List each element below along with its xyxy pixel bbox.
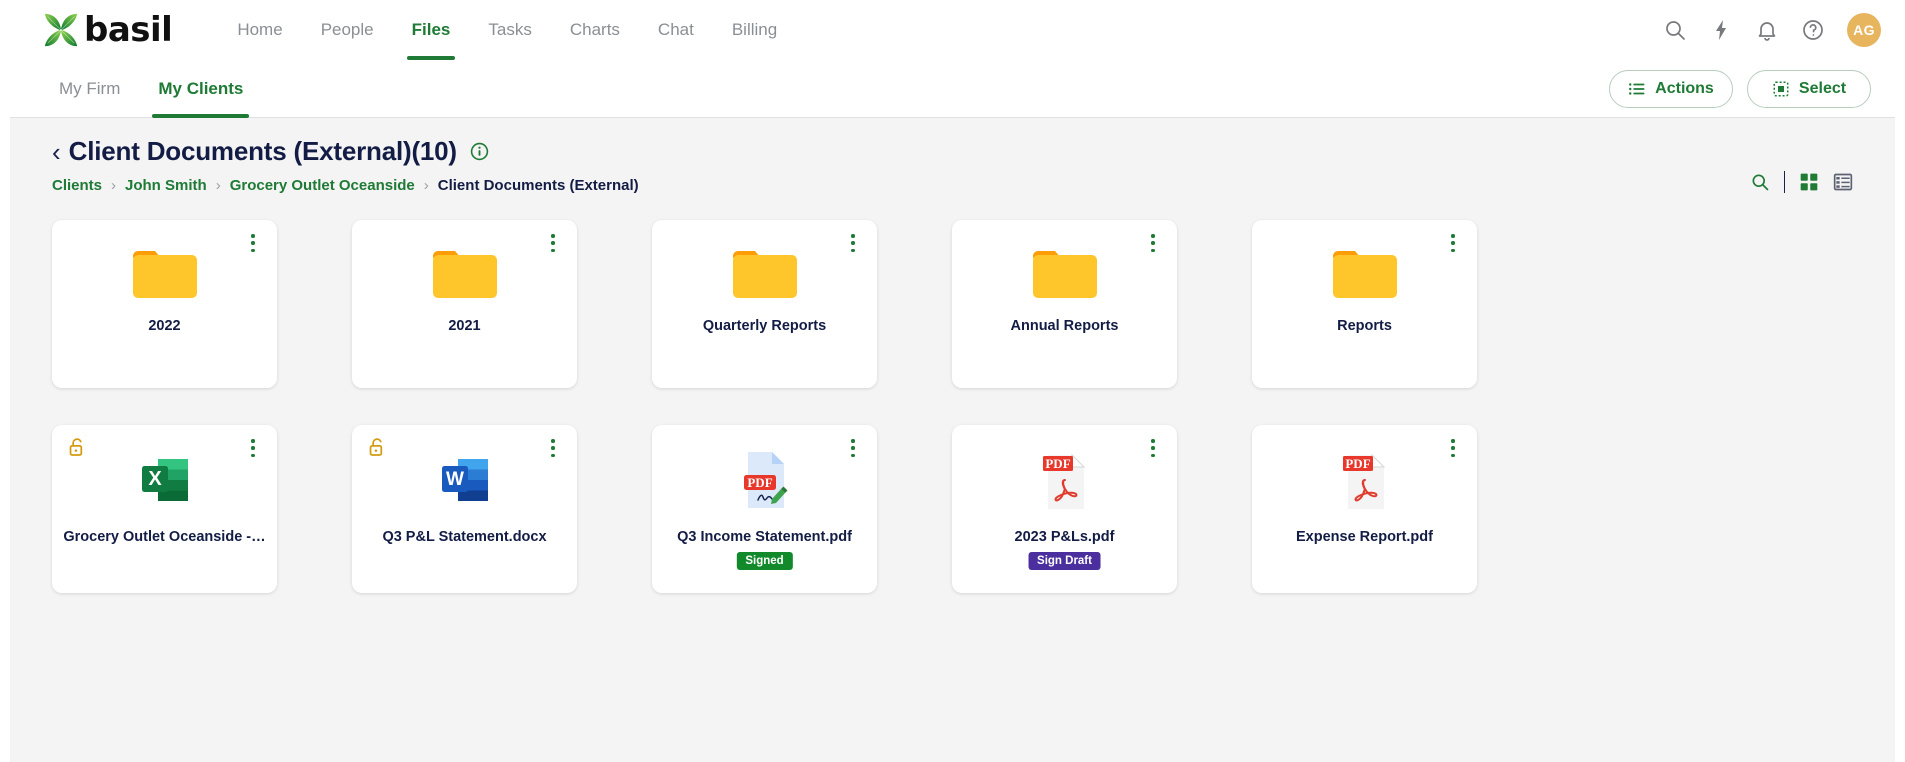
pdf-file-icon: PDF [952,449,1177,511]
file-card-pdf-signed[interactable]: PDF Q3 Income Statement.pdf Signed [652,425,877,593]
item-name: 2022 [62,318,267,334]
file-card-excel[interactable]: X Grocery Outlet Oceanside -… [52,425,277,593]
tab-bar: My Firm My Clients Actions S [10,60,1895,118]
svg-text:X: X [148,468,162,490]
selection-box-icon [1772,80,1790,98]
basil-logo[interactable]: basil [42,11,172,49]
item-name: Quarterly Reports [662,318,867,334]
folder-card[interactable]: 2022 [52,220,277,388]
grid-view-icon[interactable] [1799,172,1819,192]
pdf-file-icon: PDF [1252,449,1477,511]
folder-icon [652,240,877,308]
pdf-signed-file-icon: PDF [652,449,877,511]
tab-my-firm[interactable]: My Firm [40,60,139,118]
word-file-icon: W [352,449,577,511]
item-name: Annual Reports [962,318,1167,334]
back-chevron-icon[interactable]: ‹ [52,139,61,165]
file-card-pdf[interactable]: PDF 2023 P&Ls.pdf Sign Draft [952,425,1177,593]
folder-icon [1252,240,1477,308]
main-menu: Home People Files Tasks Charts Chat Bill… [218,0,796,60]
status-badge: Sign Draft [1028,552,1101,570]
actions-button-label: Actions [1655,80,1714,98]
svg-text:PDF: PDF [1045,456,1070,471]
folder-icon [952,240,1177,308]
status-badge: Signed [736,552,792,570]
search-icon[interactable] [1663,18,1687,42]
folder-card[interactable]: Quarterly Reports [652,220,877,388]
info-icon[interactable] [470,142,489,161]
file-grid: 2022 2021 [52,220,1853,593]
file-card-pdf[interactable]: PDF Expense Report.pdf [1252,425,1477,593]
tab-my-clients[interactable]: My Clients [139,60,262,118]
actions-button[interactable]: Actions [1609,70,1733,108]
lightning-icon[interactable] [1709,18,1733,42]
search-icon[interactable] [1750,172,1770,192]
view-tools [1750,171,1853,193]
folder-card[interactable]: 2021 [352,220,577,388]
nav-item-files[interactable]: Files [393,0,470,60]
list-lines-icon [1628,80,1646,98]
page-title-row: ‹ Client Documents (External)(10) [52,118,1853,167]
basil-leaf-icon [42,11,80,49]
folder-icon [352,240,577,308]
page-title: Client Documents (External)(10) [69,136,457,167]
nav-item-billing[interactable]: Billing [713,0,796,60]
svg-text:W: W [446,469,464,490]
folder-icon [52,240,277,308]
nav-item-charts[interactable]: Charts [551,0,639,60]
folder-card[interactable]: Annual Reports [952,220,1177,388]
brand-name: basil [84,13,172,47]
breadcrumb-separator: › [216,177,221,194]
svg-text:PDF: PDF [747,475,772,490]
svg-text:PDF: PDF [1345,456,1370,471]
nav-item-chat[interactable]: Chat [639,0,713,60]
list-view-icon[interactable] [1833,172,1853,192]
item-name: 2023 P&Ls.pdf [962,529,1167,545]
files-content-area: ‹ Client Documents (External)(10) Client… [10,118,1895,762]
select-button[interactable]: Select [1747,70,1871,108]
breadcrumb-item-grocery-outlet-oceanside[interactable]: Grocery Outlet Oceanside [230,177,415,194]
help-icon[interactable] [1801,18,1825,42]
excel-file-icon: X [52,449,277,511]
item-name: Reports [1262,318,1467,334]
nav-item-home[interactable]: Home [218,0,301,60]
item-name: Grocery Outlet Oceanside -… [62,529,267,545]
breadcrumb-item-john-smith[interactable]: John Smith [125,177,207,194]
item-name: Q3 P&L Statement.docx [362,529,567,545]
item-name: Expense Report.pdf [1262,529,1467,545]
breadcrumb-separator: › [111,177,116,194]
bell-icon[interactable] [1755,18,1779,42]
user-avatar[interactable]: AG [1847,13,1881,47]
select-button-label: Select [1799,80,1846,98]
breadcrumb-separator: › [424,177,429,194]
breadcrumb-item-current: Client Documents (External) [438,177,639,194]
breadcrumb-item-clients[interactable]: Clients [52,177,102,194]
tab-bar-actions: Actions Select [1609,60,1871,118]
scope-tabs: My Firm My Clients [40,60,262,118]
breadcrumb: Clients › John Smith › Grocery Outlet Oc… [52,177,1853,194]
item-name: Q3 Income Statement.pdf [662,529,867,545]
file-card-word[interactable]: W Q3 P&L Statement.docx [352,425,577,593]
folder-card[interactable]: Reports [1252,220,1477,388]
top-right-actions: AG [1663,0,1881,60]
top-navigation-bar: basil Home People Files Tasks Charts Cha… [0,0,1905,60]
item-name: 2021 [362,318,567,334]
nav-item-people[interactable]: People [302,0,393,60]
nav-item-tasks[interactable]: Tasks [469,0,550,60]
toolbar-divider [1784,171,1785,193]
page-panel: My Firm My Clients Actions S [10,60,1895,762]
